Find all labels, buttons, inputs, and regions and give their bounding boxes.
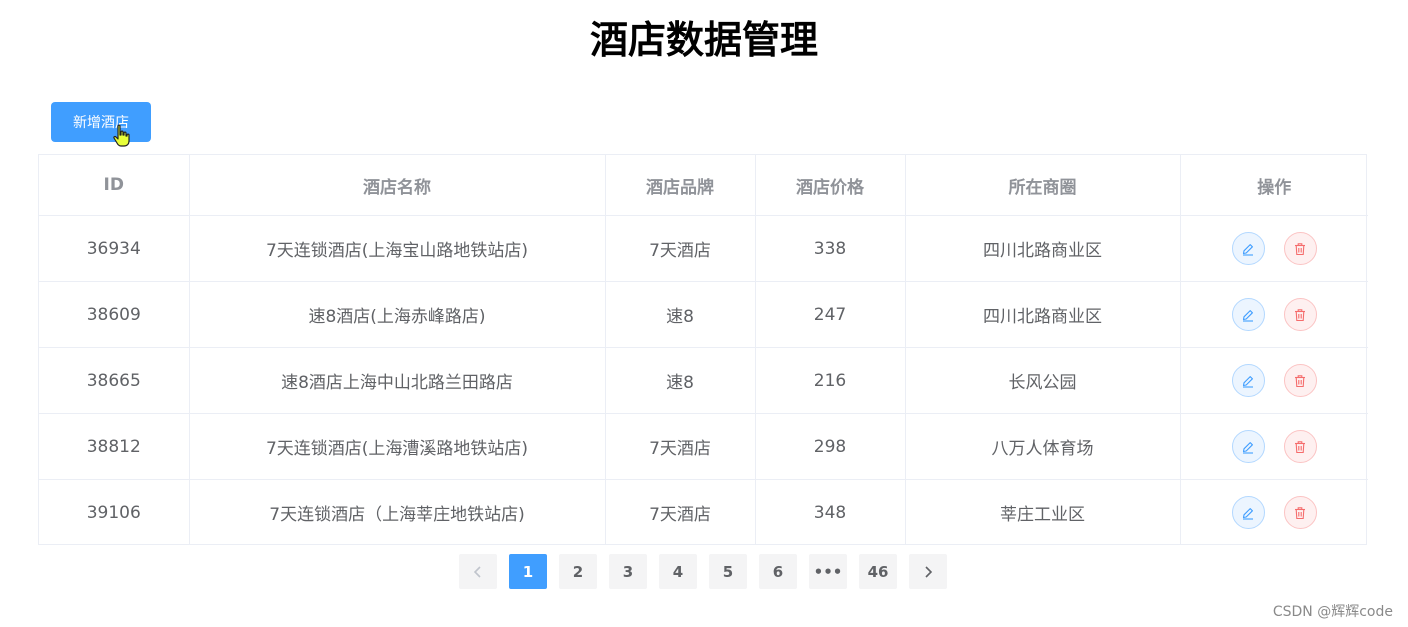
- table-row: 38609 速8酒店(上海赤峰路店) 速8 247 四川北路商业区: [39, 281, 1368, 348]
- cell-actions: [1180, 480, 1368, 546]
- cell-id: 39106: [39, 479, 190, 545]
- chevron-left-icon: [473, 565, 481, 578]
- cell-id: 36934: [39, 215, 190, 282]
- edit-icon: [1241, 440, 1255, 454]
- column-header-id: ID: [39, 155, 190, 216]
- cell-brand: 速8: [605, 281, 756, 348]
- page-button-4[interactable]: 4: [659, 554, 697, 589]
- cell-id: 38609: [39, 281, 190, 348]
- page-title: 酒店数据管理: [589, 18, 818, 62]
- delete-icon: [1293, 374, 1307, 388]
- chevron-right-icon: [925, 565, 933, 578]
- delete-icon: [1293, 440, 1307, 454]
- table-row: 36934 7天连锁酒店(上海宝山路地铁站店) 7天酒店 338 四川北路商业区: [39, 215, 1368, 282]
- delete-button[interactable]: [1283, 430, 1317, 463]
- cell-id: 38665: [39, 347, 190, 414]
- delete-button[interactable]: [1283, 496, 1317, 529]
- cell-actions: [1180, 281, 1368, 348]
- cell-business-area: 莘庄工业区: [905, 479, 1181, 545]
- watermark: CSDN @辉辉code: [1272, 604, 1393, 620]
- table-header-row: ID 酒店名称 酒店品牌 酒店价格 所在商圈 操作: [39, 155, 1368, 216]
- page-button-1[interactable]: 1: [509, 554, 547, 589]
- column-header-price: 酒店价格: [755, 155, 906, 216]
- page-button-2[interactable]: 2: [559, 554, 597, 589]
- next-page-button[interactable]: [909, 554, 947, 589]
- column-header-name: 酒店名称: [189, 155, 606, 216]
- cell-brand: 7天酒店: [605, 215, 756, 282]
- column-header-brand: 酒店品牌: [605, 155, 756, 216]
- cell-price: 247: [755, 281, 906, 348]
- cell-hotel-name: 7天连锁酒店(上海漕溪路地铁站店): [189, 413, 606, 480]
- cell-business-area: 八万人体育场: [905, 413, 1181, 480]
- hand-cursor-icon: [113, 124, 130, 147]
- cell-hotel-name: 7天连锁酒店(上海宝山路地铁站店): [189, 215, 606, 282]
- hotel-table: ID 酒店名称 酒店品牌 酒店价格 所在商圈 操作 36934 7天连锁酒店(上海…: [38, 154, 1368, 546]
- add-hotel-button[interactable]: 新增酒店: [51, 102, 151, 142]
- cell-price: 338: [755, 215, 906, 282]
- cell-hotel-name: 速8酒店(上海赤峰路店): [189, 281, 606, 348]
- edit-button[interactable]: [1231, 496, 1265, 529]
- cell-actions: [1180, 413, 1368, 480]
- page-button-5[interactable]: 5: [709, 554, 747, 589]
- page-button-46[interactable]: 46: [859, 554, 897, 589]
- table-row: 38812 7天连锁酒店(上海漕溪路地铁站店) 7天酒店 298 八万人体育场: [39, 413, 1368, 480]
- edit-button[interactable]: [1231, 430, 1265, 463]
- cell-hotel-name: 7天连锁酒店（上海莘庄地铁站店): [189, 479, 606, 545]
- edit-icon: [1241, 242, 1255, 256]
- cell-price: 298: [755, 413, 906, 480]
- cell-hotel-name: 速8酒店上海中山北路兰田路店: [189, 347, 606, 414]
- edit-icon: [1241, 308, 1255, 322]
- table-row: 38665 速8酒店上海中山北路兰田路店 速8 216 长风公园: [39, 347, 1368, 414]
- cell-actions: [1180, 347, 1368, 414]
- column-header-actions: 操作: [1180, 155, 1368, 216]
- table-row: 39106 7天连锁酒店（上海莘庄地铁站店) 7天酒店 348 莘庄工业区: [39, 479, 1368, 546]
- delete-icon: [1293, 506, 1307, 520]
- cell-id: 38812: [39, 413, 190, 480]
- edit-button[interactable]: [1231, 232, 1265, 265]
- page-button-3[interactable]: 3: [609, 554, 647, 589]
- prev-page-button[interactable]: [459, 554, 497, 589]
- delete-icon: [1293, 242, 1307, 256]
- cell-price: 216: [755, 347, 906, 414]
- cell-business-area: 四川北路商业区: [905, 215, 1181, 282]
- more-pages-button[interactable]: •••: [809, 554, 847, 589]
- cell-brand: 7天酒店: [605, 413, 756, 480]
- cell-brand: 速8: [605, 347, 756, 414]
- cell-price: 348: [755, 479, 906, 545]
- edit-icon: [1241, 506, 1255, 520]
- delete-icon: [1293, 308, 1307, 322]
- delete-button[interactable]: [1283, 298, 1317, 331]
- delete-button[interactable]: [1283, 364, 1317, 397]
- column-header-area: 所在商圈: [905, 155, 1181, 216]
- edit-button[interactable]: [1231, 364, 1265, 397]
- cell-business-area: 长风公园: [905, 347, 1181, 414]
- edit-icon: [1241, 374, 1255, 388]
- delete-button[interactable]: [1283, 232, 1317, 265]
- page-button-6[interactable]: 6: [759, 554, 797, 589]
- cell-actions: [1180, 215, 1368, 282]
- cell-business-area: 四川北路商业区: [905, 281, 1181, 348]
- edit-button[interactable]: [1231, 298, 1265, 331]
- cell-brand: 7天酒店: [605, 479, 756, 545]
